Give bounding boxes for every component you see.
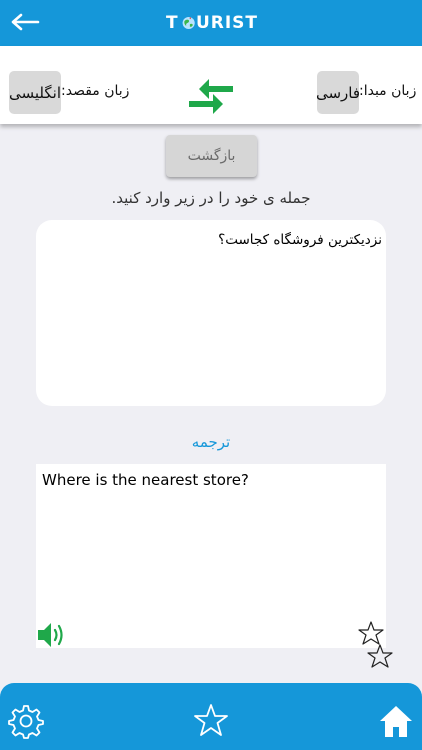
return-button-label: بازگشت [187, 148, 236, 164]
app-logo: T URIST [166, 7, 258, 39]
language-bar: انگلیسی زبان مقصد: زبان مبدا: فارسی [0, 46, 422, 124]
target-language-caption: زبان مقصد: [61, 83, 130, 99]
arrow-left-icon [11, 13, 40, 31]
source-language-value: فارسی [315, 83, 361, 102]
return-button[interactable]: بازگشت [166, 135, 257, 177]
source-language-selector[interactable]: فارسی [315, 71, 361, 114]
translate-button[interactable]: ترجمه [0, 433, 422, 451]
instruction-text: جمله ی خود را در زیر وارد کنید. [111, 189, 311, 207]
star-icon[interactable] [193, 703, 229, 739]
top-bar: T URIST [0, 0, 422, 46]
logo-letter: T [166, 13, 179, 33]
back-arrow-button[interactable] [8, 7, 42, 37]
speaker-icon[interactable] [36, 620, 66, 650]
bottom-navigation [0, 683, 422, 750]
translation-output-text: Where is the nearest store? [42, 471, 249, 489]
sentence-input-text: نزدیکترین فروشگاه کجاست؟ [218, 232, 382, 248]
globe-icon [182, 16, 195, 30]
sentence-input[interactable]: نزدیکترین فروشگاه کجاست؟ [36, 220, 386, 406]
source-language-caption: زبان مبدا: [359, 83, 417, 99]
home-icon[interactable] [378, 703, 414, 739]
target-language-selector[interactable]: انگلیسی [9, 71, 61, 114]
swap-arrows-icon[interactable] [187, 76, 235, 116]
logo-text: URIST [195, 13, 258, 33]
target-language-value: انگلیسی [9, 83, 62, 102]
translation-output: Where is the nearest store? [36, 464, 386, 648]
star-icon[interactable] [356, 620, 394, 670]
gear-icon[interactable] [8, 703, 44, 739]
